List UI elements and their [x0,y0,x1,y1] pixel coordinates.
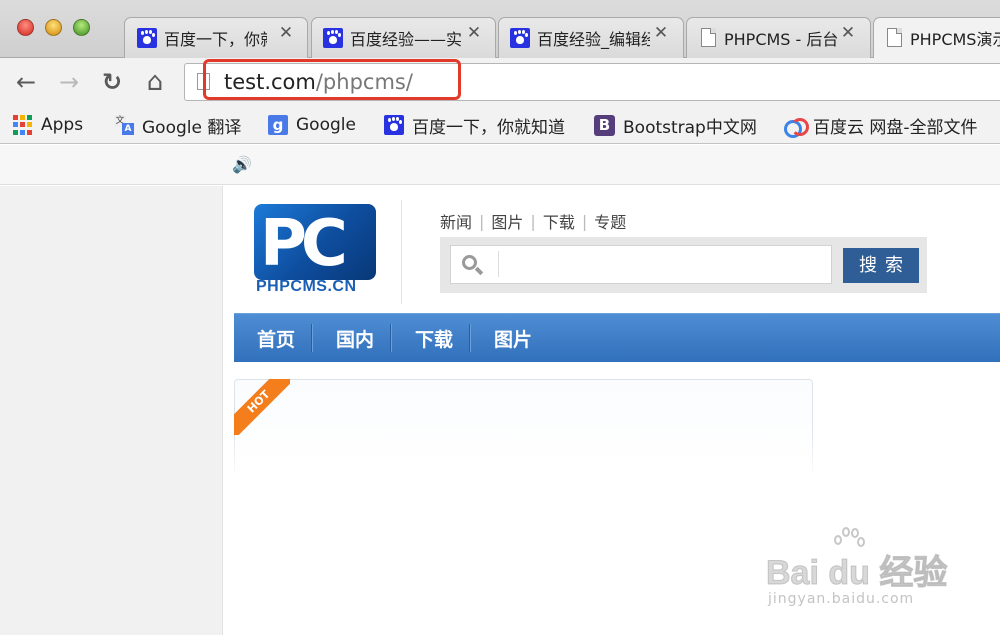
panel-fade [234,430,814,480]
site-topbar [0,145,1000,185]
document-icon [887,28,902,47]
search-tab-downloads[interactable]: 下载 [543,209,575,233]
google-icon: g [268,115,288,135]
header-divider [401,200,402,304]
baidu-paw-icon [137,27,157,48]
bookmark-label: Apps [41,115,84,135]
bookmark-label: Google [296,115,356,135]
tab-close-icon[interactable]: ✕ [278,25,294,42]
bookmark-label: Bootstrap中文网 [623,117,757,138]
tab-separator: | [479,211,485,231]
tab-title: 百度一下，你就知道 [164,29,267,49]
tab-close-icon[interactable]: ✕ [466,25,482,42]
tab-separator: | [530,211,536,231]
search-tab-topics[interactable]: 专题 [594,209,626,233]
nav-item-domestic[interactable]: 国内 [312,325,390,352]
close-window-button[interactable] [17,19,34,36]
search-category-tabs: 新闻 | 图片 | 下载 | 专题 [440,209,626,233]
logo-text: PHPCMS.CN [256,278,357,295]
speaker-icon[interactable]: 🔊 [232,155,252,174]
forward-arrow-icon[interactable]: → [55,68,83,96]
bookmark-google[interactable]: g Google [268,113,356,137]
tab-close-icon[interactable]: ✕ [840,25,856,42]
bookmark-baidu[interactable]: 百度一下，你就知道 [384,113,565,138]
bookmark-baidu-cloud[interactable]: 百度云 网盘-全部文件 [783,113,978,138]
watermark-url: jingyan.baidu.com [768,591,915,607]
logo-letters: PC [260,207,348,280]
watermark-brand: Bai du 经验 [765,554,948,593]
zoom-window-button[interactable] [73,19,90,36]
bookmark-label: Google 翻译 [142,117,242,138]
home-icon[interactable]: ⌂ [141,68,169,96]
minimize-window-button[interactable] [45,19,62,36]
bookmark-label: 百度一下，你就知道 [412,117,565,138]
apps-grid-icon [13,115,33,135]
hot-badge: HOT [234,379,290,435]
back-arrow-icon[interactable]: ← [12,68,40,96]
tab-title: 百度经验——实用生活指南 [350,29,461,49]
bookmark-apps[interactable]: Apps [13,113,83,137]
tab-separator: | [581,211,588,231]
logo-badge: PC [254,204,376,280]
search-tab-news[interactable]: 新闻 [440,209,472,233]
bookmark-label: 百度云 网盘-全部文件 [813,117,978,138]
hot-ribbon: HOT [234,379,290,435]
reload-icon[interactable]: ↻ [98,68,126,96]
page-left-gutter [0,186,223,635]
tab-title: PHPCMS - 后台管理中心 [724,29,837,49]
bootstrap-icon: B [594,114,615,136]
search-input-divider [498,251,499,277]
document-icon [701,28,716,47]
search-tab-images[interactable]: 图片 [491,209,523,233]
main-nav: 首页 国内 下载 图片 [234,313,1000,362]
google-translate-icon: 文A [114,115,134,135]
baidu-paw-icon [384,115,404,135]
baidu-jingyan-watermark: Bai du 经验 jingyan.baidu.com [765,525,996,625]
bookmark-bootstrap[interactable]: B Bootstrap中文网 [594,113,757,138]
nav-item-home[interactable]: 首页 [234,325,311,352]
tab-close-icon[interactable]: ✕ [653,25,669,42]
search-button[interactable]: 搜索 [843,248,919,283]
baidu-paw-icon [510,27,530,48]
search-input[interactable] [450,245,832,284]
tab-title: PHPCMS演示站 [910,29,1000,49]
tab-title: 百度经验_编辑经验 [537,29,650,49]
baidu-paw-icon [323,27,343,48]
search-icon [462,255,484,277]
nav-item-images[interactable]: 图片 [470,325,548,352]
baidu-cloud-icon [783,116,809,138]
bookmark-google-translate[interactable]: 文A Google 翻译 [114,113,242,138]
nav-item-downloads[interactable]: 下载 [391,325,469,352]
site-logo[interactable]: PC PHPCMS.CN [254,204,376,300]
url-highlight-annotation [203,59,461,100]
